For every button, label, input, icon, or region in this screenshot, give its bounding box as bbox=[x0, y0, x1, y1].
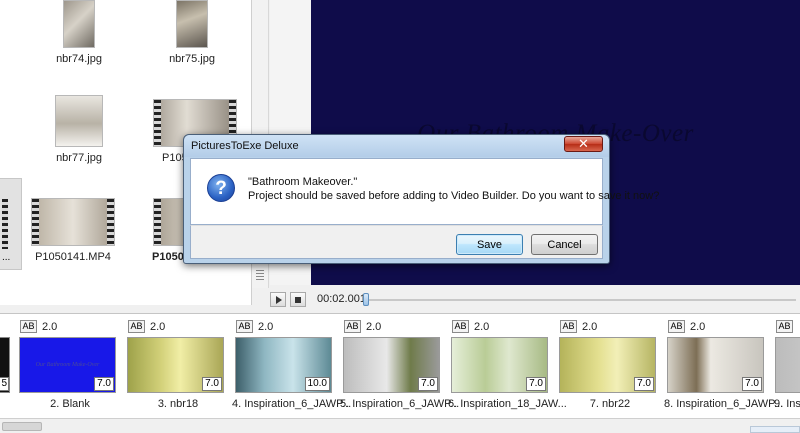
dialog-button-bar: Save Cancel bbox=[190, 225, 603, 259]
transition-effect-button[interactable]: AB bbox=[20, 320, 37, 333]
file-name: P1050141.MP4 bbox=[35, 251, 111, 263]
scrollbar-thumb[interactable] bbox=[2, 422, 42, 431]
slide-item[interactable]: AB 2.0 7.0 7. nbr22 bbox=[556, 314, 664, 418]
film-strip-icon bbox=[154, 199, 161, 245]
slide-duration: 7.0 bbox=[418, 377, 438, 391]
transition-duration: 2.0 bbox=[150, 321, 166, 333]
slide-duration: 5 bbox=[0, 377, 9, 391]
film-strip-icon bbox=[2, 199, 8, 249]
status-panel-partial bbox=[750, 426, 800, 433]
slide-item[interactable]: AB 2.0 10.0 4. Inspiration_6_JAWP... bbox=[232, 314, 352, 418]
slide-label: 6. Inspiration_18_JAW... bbox=[448, 398, 567, 410]
save-project-dialog: PicturesToExe Deluxe ✕ ? "Bathroom Makeo… bbox=[183, 134, 659, 264]
slide-item[interactable]: AB 2.0 7.0 5. Inspiration_6_JAWP... bbox=[340, 314, 460, 418]
dialog-message-body: Project should be saved before adding to… bbox=[248, 190, 660, 202]
transition-effect-button[interactable]: AB bbox=[560, 320, 577, 333]
film-strip-icon bbox=[154, 100, 161, 146]
slide-label: 9. Insp bbox=[774, 398, 800, 410]
thumbnail-title-text: Our Bathroom Make-Over bbox=[35, 362, 100, 368]
slide-thumbnail: 7.0 bbox=[451, 337, 548, 393]
file-name: nbr77.jpg bbox=[56, 152, 102, 164]
transition-effect-button[interactable]: AB bbox=[236, 320, 253, 333]
slide-thumbnail: 7.0 bbox=[559, 337, 656, 393]
file-name: nbr74.jpg bbox=[56, 53, 102, 65]
slide-duration: 7.0 bbox=[634, 377, 654, 391]
file-thumbnail bbox=[55, 95, 103, 147]
dialog-close-button[interactable]: ✕ bbox=[564, 136, 603, 152]
file-name-partial: ... bbox=[2, 252, 11, 263]
slide-thumbnail bbox=[775, 337, 800, 393]
transition-duration: 2.0 bbox=[474, 321, 490, 333]
slide-thumbnail: 10.0 bbox=[235, 337, 332, 393]
slide-item[interactable]: AB 2.0 Our Bathroom Make-Over 7.0 2. Bla… bbox=[16, 314, 124, 418]
slide-item[interactable]: AB 2.0 7.0 8. Inspiration_6_JAWP... bbox=[664, 314, 784, 418]
splitter-grip[interactable] bbox=[256, 270, 264, 282]
slide-duration: 7.0 bbox=[202, 377, 222, 391]
transition-effect-button[interactable]: AB bbox=[128, 320, 145, 333]
slide-duration: 7.0 bbox=[526, 377, 546, 391]
slide-duration: 7.0 bbox=[94, 377, 114, 391]
dialog-titlebar[interactable]: PicturesToExe Deluxe ✕ bbox=[184, 135, 609, 157]
film-strip-icon bbox=[32, 199, 39, 245]
video-thumbnail bbox=[31, 198, 115, 246]
slide-label: 2. Blank bbox=[50, 398, 90, 410]
dialog-content: ? "Bathroom Makeover." Project should be… bbox=[190, 158, 659, 225]
slide-item-partial[interactable]: 5 bbox=[0, 337, 10, 393]
slide-thumbnail: 7.0 bbox=[667, 337, 764, 393]
slide-list: 5 AB 2.0 Our Bathroom Make-Over 7.0 2. B… bbox=[0, 313, 800, 418]
cancel-button[interactable]: Cancel bbox=[531, 234, 598, 255]
save-button[interactable]: Save bbox=[456, 234, 523, 255]
transition-duration: 2.0 bbox=[582, 321, 598, 333]
transition-effect-button[interactable]: AB bbox=[452, 320, 469, 333]
file-item[interactable]: nbr75.jpg bbox=[137, 0, 247, 65]
seek-slider-thumb[interactable] bbox=[363, 293, 369, 306]
question-icon: ? bbox=[207, 174, 235, 202]
slide-item[interactable]: AB 2.0 7.0 6. Inspiration_18_JAW... bbox=[448, 314, 567, 418]
slide-duration: 7.0 bbox=[742, 377, 762, 391]
file-item[interactable]: nbr77.jpg bbox=[24, 95, 134, 164]
file-item[interactable]: nbr74.jpg bbox=[24, 0, 134, 65]
film-strip-icon bbox=[107, 199, 114, 245]
file-item-partial[interactable]: ... bbox=[0, 178, 22, 270]
file-name: nbr75.jpg bbox=[169, 53, 215, 65]
transition-duration: 2.0 bbox=[690, 321, 706, 333]
slide-label: 5. Inspiration_6_JAWP... bbox=[340, 398, 460, 410]
slide-list-scrollbar[interactable] bbox=[0, 418, 800, 433]
slide-item[interactable]: AB 2.0 7.0 3. nbr18 bbox=[124, 314, 232, 418]
slide-label: 4. Inspiration_6_JAWP... bbox=[232, 398, 352, 410]
transition-duration: 2.0 bbox=[42, 321, 58, 333]
file-thumbnail bbox=[176, 0, 208, 48]
dialog-title: PicturesToExe Deluxe bbox=[191, 140, 299, 152]
transition-effect-button[interactable]: AB bbox=[776, 320, 793, 333]
transition-effect-button[interactable]: AB bbox=[344, 320, 361, 333]
playback-controls: 00:02.001 bbox=[252, 288, 800, 310]
transition-duration: 2.0 bbox=[366, 321, 382, 333]
stop-button[interactable] bbox=[290, 292, 306, 307]
slide-thumbnail: Our Bathroom Make-Over 7.0 bbox=[19, 337, 116, 393]
slide-thumbnail: 7.0 bbox=[127, 337, 224, 393]
playback-time: 00:02.001 bbox=[317, 293, 366, 305]
transition-duration: 2.0 bbox=[258, 321, 274, 333]
dialog-message-project: "Bathroom Makeover." bbox=[248, 176, 358, 188]
play-button[interactable] bbox=[270, 292, 286, 307]
transition-effect-button[interactable]: AB bbox=[668, 320, 685, 333]
slide-label: 8. Inspiration_6_JAWP... bbox=[664, 398, 784, 410]
file-item[interactable]: P1050141.MP4 bbox=[18, 198, 128, 263]
slide-thumbnail: 7.0 bbox=[343, 337, 440, 393]
slide-item[interactable]: AB 9. Insp bbox=[772, 314, 800, 418]
slide-duration: 10.0 bbox=[304, 377, 330, 391]
slide-label: 3. nbr18 bbox=[157, 398, 199, 410]
file-thumbnail bbox=[63, 0, 95, 48]
close-icon: ✕ bbox=[578, 136, 589, 151]
slide-label: 7. nbr22 bbox=[589, 398, 631, 410]
seek-track[interactable] bbox=[364, 299, 796, 301]
